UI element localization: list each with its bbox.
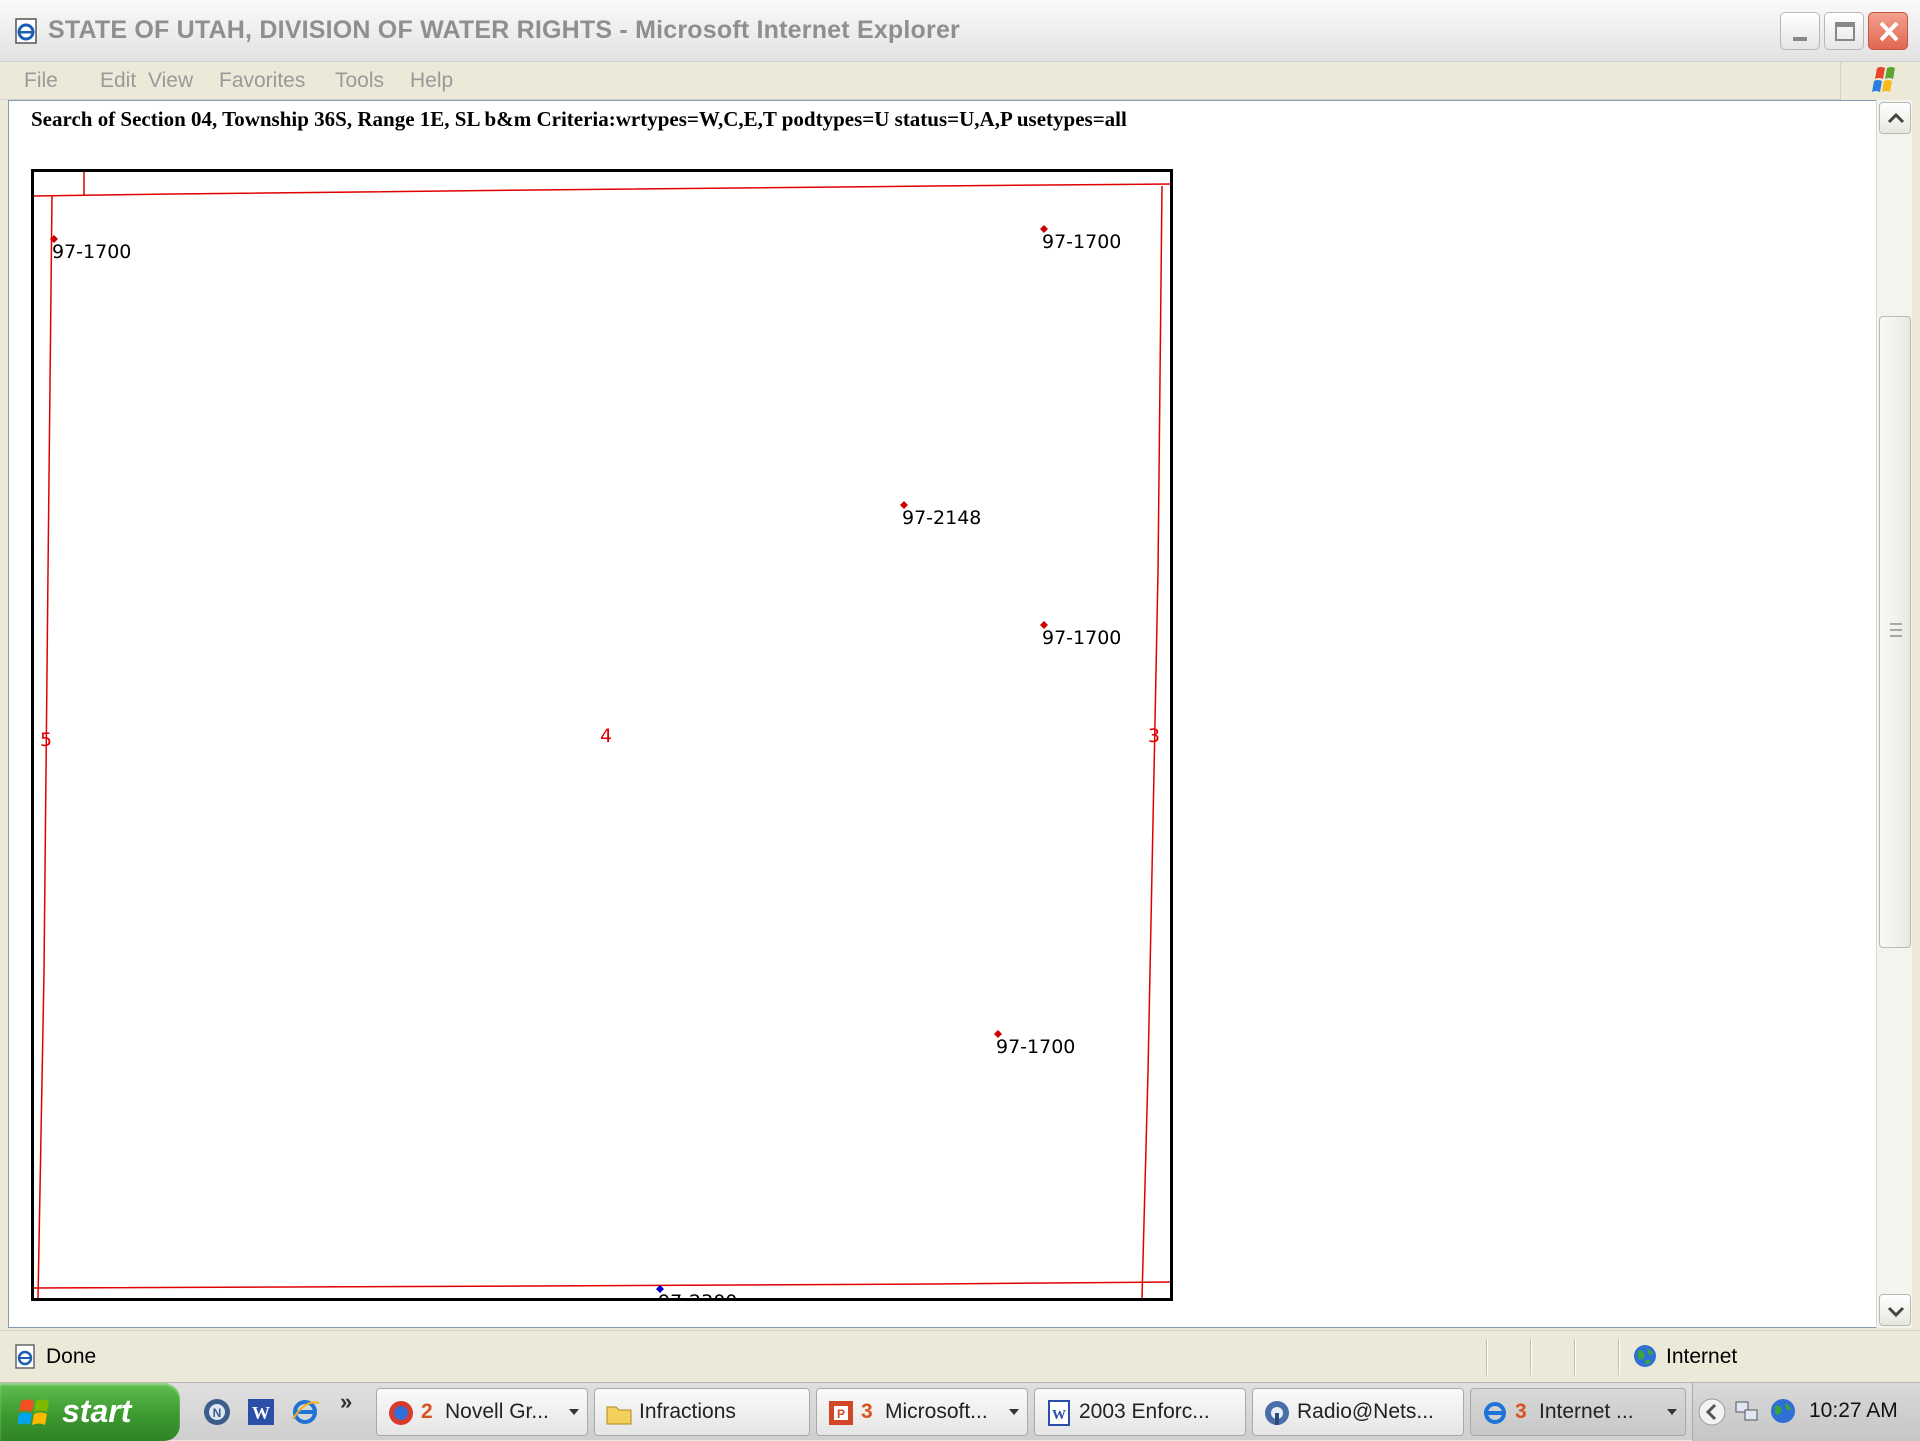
water-right-point[interactable]: 97-2148 (900, 501, 981, 529)
menu-favorites[interactable]: Favorites (219, 66, 305, 96)
taskbar-item-internet-explorer[interactable]: 3 Internet ... (1470, 1388, 1686, 1436)
ie-page-icon (15, 18, 37, 44)
status-divider (1530, 1339, 1532, 1375)
task-count: 3 (861, 1400, 873, 1423)
task-count: 2 (421, 1400, 433, 1423)
svg-text:W: W (1052, 1408, 1066, 1423)
section-map: 5 4 3 97-1700 97-1700 97-2148 97-1700 97-1700 9… (31, 169, 1173, 1301)
scroll-thumb[interactable] (1879, 316, 1911, 948)
chevron-down-icon (1009, 1409, 1019, 1415)
system-tray: 10:27 AM (1692, 1383, 1920, 1441)
taskbar-item-groupwise[interactable]: 2 Novell Gr... (376, 1388, 588, 1436)
minimize-button[interactable] (1780, 12, 1820, 50)
powerpoint-icon: P (829, 1401, 853, 1425)
novell-quicklaunch-icon[interactable]: N (202, 1397, 232, 1427)
word-doc-icon: W (1048, 1400, 1070, 1426)
word-quicklaunch-icon[interactable]: W (246, 1397, 276, 1427)
groupwise-icon (389, 1401, 413, 1425)
status-divider (1574, 1339, 1576, 1375)
menu-help[interactable]: Help (410, 66, 453, 96)
title-bar: STATE OF UTAH, DIVISION OF WATER RIGHTS … (0, 0, 1920, 62)
task-label: Infractions (639, 1400, 736, 1423)
water-right-point[interactable]: 97-1700 (994, 1030, 1075, 1058)
close-button[interactable] (1868, 12, 1908, 50)
arrow-up-icon (1887, 112, 1905, 124)
svg-text:N: N (213, 1406, 222, 1420)
folder-icon (606, 1406, 632, 1425)
task-label: Radio@Nets... (1297, 1400, 1434, 1423)
section-number-west: 5 (40, 729, 52, 751)
ie-quicklaunch-icon[interactable] (290, 1397, 320, 1427)
water-right-label[interactable]: 97-1700 (996, 1036, 1075, 1058)
radio-icon (1265, 1401, 1289, 1425)
menu-bar: File Edit View Favorites Tools Help (0, 62, 1920, 100)
water-right-label[interactable]: 97-2148 (902, 507, 981, 529)
menu-file[interactable]: File (24, 66, 58, 96)
task-label: Novell Gr... (445, 1400, 549, 1423)
water-right-label[interactable]: 97-1700 (52, 241, 131, 263)
minimize-icon (1793, 37, 1807, 41)
start-button[interactable]: start (0, 1383, 180, 1441)
window-title: STATE OF UTAH, DIVISION OF WATER RIGHTS … (48, 16, 960, 44)
taskbar-item-radio[interactable]: Radio@Nets... (1252, 1388, 1464, 1436)
status-divider (1486, 1339, 1488, 1375)
water-right-point[interactable]: 97-1700 (1040, 621, 1121, 649)
ie-icon (1484, 1402, 1506, 1424)
globe-icon (1634, 1345, 1656, 1367)
water-right-point[interactable]: 97-2300 (656, 1285, 737, 1298)
svg-text:P: P (837, 1407, 845, 1421)
water-right-label[interactable]: 97-2300 (658, 1291, 737, 1298)
water-right-label[interactable]: 97-1700 (1042, 231, 1121, 253)
start-label: start (62, 1393, 132, 1429)
status-bar: Done Internet (0, 1330, 1920, 1382)
water-right-point[interactable]: 97-1700 (1040, 225, 1121, 253)
security-zone-label: Internet (1666, 1345, 1738, 1368)
task-label: Microsoft... (885, 1400, 988, 1423)
water-right-point[interactable]: 97-1700 (50, 235, 131, 263)
chevron-down-icon (1667, 1409, 1677, 1415)
page-content: Search of Section 04, Township 36S, Rang… (8, 100, 1878, 1328)
globe-icon[interactable] (1769, 1397, 1797, 1425)
status-text: Done (46, 1345, 97, 1368)
task-label: Internet ... (1539, 1400, 1634, 1423)
show-hidden-icons-icon[interactable] (1697, 1397, 1727, 1427)
status-divider (1618, 1339, 1620, 1375)
svg-text:W: W (252, 1403, 270, 1423)
taskbar-item-powerpoint[interactable]: P 3 Microsoft... (816, 1388, 1028, 1436)
arrow-down-icon (1887, 1306, 1905, 1318)
ie-page-icon (15, 1344, 35, 1369)
section-number-center: 4 (600, 725, 612, 747)
chevron-down-icon (569, 1409, 579, 1415)
maximize-button[interactable] (1824, 12, 1864, 50)
windows-logo-icon (1840, 62, 1920, 100)
close-icon (1879, 21, 1899, 42)
section-boundary-south (34, 1281, 1170, 1289)
scroll-down-button[interactable] (1879, 1294, 1911, 1326)
vertical-scrollbar[interactable] (1876, 100, 1912, 1328)
taskbar: start N W » 2 Novell Gr... Infractions P… (0, 1382, 1920, 1441)
section-boundary-north (34, 183, 1170, 197)
quicklaunch-more-icon[interactable]: » (340, 1389, 352, 1415)
grip-icon (1890, 623, 1902, 637)
water-right-label[interactable]: 97-1700 (1042, 627, 1121, 649)
taskbar-item-infractions[interactable]: Infractions (594, 1388, 810, 1436)
clock: 10:27 AM (1809, 1399, 1898, 1422)
maximize-icon (1835, 22, 1855, 41)
task-label: 2003 Enforc... (1079, 1400, 1210, 1423)
taskbar-item-word-document[interactable]: W 2003 Enforc... (1034, 1388, 1246, 1436)
menu-view[interactable]: View (148, 66, 193, 96)
network-icon[interactable] (1733, 1397, 1761, 1425)
menu-tools[interactable]: Tools (335, 66, 384, 96)
windows-flag-icon (18, 1399, 49, 1425)
menu-edit[interactable]: Edit (100, 66, 136, 96)
section-map-canvas: 5 4 3 97-1700 97-1700 97-2148 97-1700 97-1700 9… (34, 172, 1170, 1298)
scroll-up-button[interactable] (1879, 102, 1911, 134)
task-count: 3 (1515, 1400, 1527, 1423)
search-heading: Search of Section 04, Township 36S, Rang… (31, 107, 1127, 131)
section-number-east: 3 (1148, 725, 1160, 747)
